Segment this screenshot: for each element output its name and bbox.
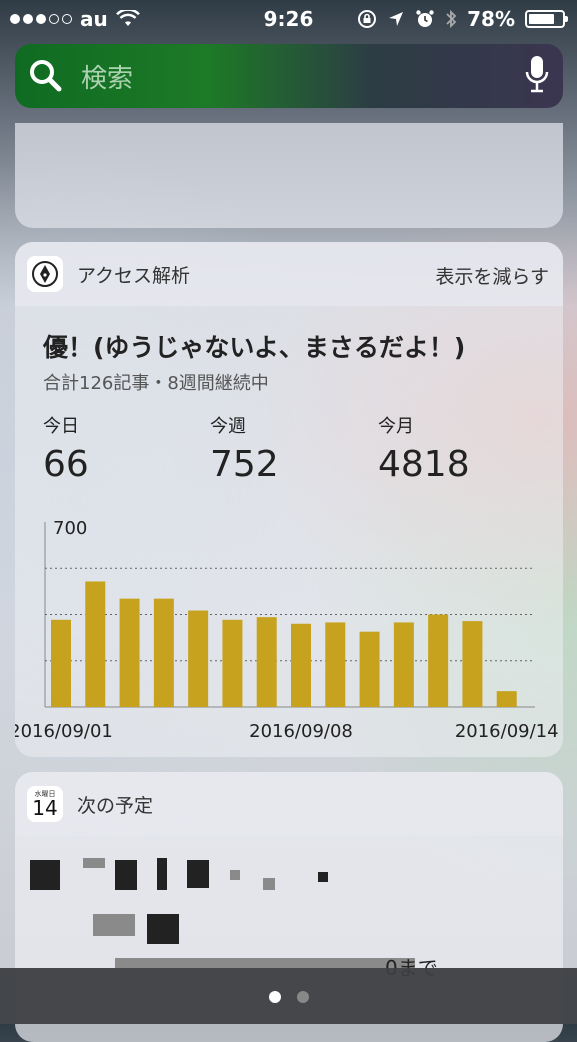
analytics-widget[interactable]: アクセス解析 表示を減らす 優！(ゆうじゃないよ、まさるだよ！) 合計126記事…	[15, 242, 563, 757]
chart-bar	[428, 614, 449, 707]
chart-x-tick-label: 2016/09/08	[249, 721, 353, 742]
stat-label: 今週	[210, 416, 246, 437]
alarm-icon	[416, 10, 434, 27]
chart-x-tick-label: 2016/09/14	[455, 721, 559, 742]
stat-week: 今週 752	[210, 412, 279, 485]
chart-bar	[153, 598, 174, 707]
chart-bar	[188, 610, 209, 707]
chart-x-tick-label: 2016/09/01	[15, 721, 113, 742]
chart-bar	[256, 617, 277, 707]
calendar-icon: 水曜日 14	[27, 786, 63, 822]
status-bar: au 9:26 78%	[0, 0, 577, 38]
page-dot-current[interactable]	[268, 991, 281, 1003]
search-icon	[30, 60, 62, 92]
location-arrow-icon	[389, 12, 404, 26]
stat-month: 今月 4818	[378, 412, 470, 485]
calendar-day: 14	[32, 795, 58, 820]
battery-icon	[525, 10, 568, 28]
page-dot[interactable]	[296, 991, 309, 1003]
orientation-lock-icon	[358, 10, 377, 28]
stat-value: 4818	[378, 444, 470, 485]
search-placeholder: 検索	[81, 63, 134, 94]
chart-bar	[85, 581, 106, 707]
chart-bar	[325, 622, 346, 707]
schedule-widget-title: 次の予定	[77, 794, 154, 817]
chart-bar	[119, 598, 140, 707]
search-field[interactable]: 検索	[15, 44, 563, 108]
chart-bar	[359, 631, 380, 707]
bluetooth-icon	[446, 9, 457, 29]
chart-y-tick-label: 700	[53, 518, 87, 539]
stat-value: 752	[210, 444, 279, 485]
microphone-icon[interactable]	[525, 54, 549, 96]
chart-bar	[222, 619, 243, 707]
chart-bar	[462, 621, 483, 707]
stat-value: 66	[43, 444, 89, 485]
chart-bar	[496, 691, 517, 707]
chart-bar	[51, 619, 71, 707]
access-bar-chart: 700 2016/09/01 2016/09/08 2016/09/14	[15, 518, 559, 742]
battery-percent: 78%	[467, 7, 515, 31]
schedule-widget-header: 水曜日 14 次の予定	[15, 772, 563, 836]
show-less-button[interactable]: 表示を減らす	[435, 262, 549, 289]
blog-summary: 合計126記事・8週間継続中	[43, 373, 269, 394]
analytics-widget-title: アクセス解析	[77, 264, 191, 287]
blog-title: 優！(ゆうじゃないよ、まさるだよ！)	[43, 333, 466, 362]
page-indicator[interactable]	[0, 991, 577, 1003]
blank-widget	[15, 123, 563, 228]
stat-label: 今月	[378, 416, 414, 437]
stat-today: 今日 66	[43, 412, 89, 485]
chart-bar	[291, 623, 311, 707]
pen-nib-icon	[27, 256, 63, 292]
analytics-widget-header: アクセス解析 表示を減らす	[15, 242, 563, 306]
stat-label: 今日	[43, 416, 79, 437]
chart-bar	[393, 622, 414, 707]
